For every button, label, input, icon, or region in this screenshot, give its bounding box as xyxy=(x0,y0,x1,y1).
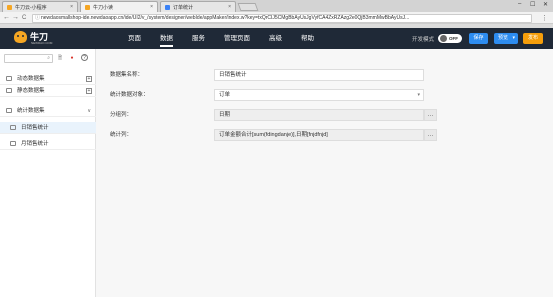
nav-item-data[interactable]: 数据 xyxy=(160,28,173,49)
back-arrow-icon[interactable]: ← xyxy=(3,14,10,22)
reload-icon[interactable]: C xyxy=(22,14,26,22)
tab-close-icon[interactable]: × xyxy=(228,4,231,10)
maximize-icon[interactable]: ☐ xyxy=(530,1,535,8)
add-icon[interactable]: + xyxy=(86,88,92,94)
bull-logo-icon xyxy=(14,31,27,43)
dataset-editor: 数据集名称： 日销售统计 统计数据对象： 订单 ▾ 分组列： 日期 … 统计列：… xyxy=(96,49,553,297)
sidebar-item-label: 日销售统计 xyxy=(21,125,49,131)
favicon-icon xyxy=(7,4,12,10)
favicon-icon xyxy=(165,4,170,10)
sidebar-item-dynamic-datasets[interactable]: 动态数据集 + xyxy=(0,73,96,85)
add-icon[interactable]: + xyxy=(86,76,92,82)
chevron-down-icon: ▾ xyxy=(512,35,515,41)
tab-label: 牛刀云-小程序 xyxy=(15,4,47,11)
nav-item-admin-pages[interactable]: 管理页面 xyxy=(224,28,250,49)
group-column-row: 分组列： 日期 … xyxy=(110,109,530,121)
forward-arrow-icon[interactable]: → xyxy=(12,14,19,22)
sidebar-item-stats-datasets[interactable]: 统计数据集 ∨ xyxy=(0,105,96,117)
folder-icon xyxy=(6,76,12,81)
browser-tab-1[interactable]: 牛刀云-小程序 × xyxy=(2,1,78,12)
record-icon[interactable]: ● xyxy=(68,54,76,62)
sidebar-item-daily-sales[interactable]: 日销售统计 xyxy=(0,122,96,134)
file-icon xyxy=(10,141,16,146)
tab-close-icon[interactable]: × xyxy=(70,4,73,10)
logo-subtext: NEWDAO.COM xyxy=(31,41,53,45)
group-column-picker-button[interactable]: … xyxy=(424,109,437,121)
group-column-field[interactable]: 日期 xyxy=(214,109,424,121)
folder-icon xyxy=(6,108,12,113)
sidebar: ⌕ 🗎 ● ? 动态数据集 + 静态数据集 + 统计数据集 ∨ 日销售统计 月销… xyxy=(0,49,96,297)
help-icon[interactable]: ? xyxy=(81,54,88,61)
sidebar-item-static-datasets[interactable]: 静态数据集 + xyxy=(0,85,96,97)
stat-object-row: 统计数据对象： 订单 ▾ xyxy=(110,89,530,101)
folder-icon xyxy=(6,88,12,93)
preview-label: 预览 xyxy=(498,35,509,41)
stat-object-select[interactable]: 订单 ▾ xyxy=(214,89,424,101)
nav-item-services[interactable]: 服务 xyxy=(192,28,205,49)
file-icon xyxy=(10,125,16,130)
dev-mode-toggle[interactable]: OFF xyxy=(438,34,462,43)
preview-button[interactable]: 预览 ▾ xyxy=(494,33,518,44)
publish-button[interactable]: 发布 xyxy=(523,33,543,44)
stat-column-field[interactable]: 订单金额合计[sum(fdingdanje)],日期[fnjdfnjd] xyxy=(214,129,424,141)
browser-tab-2[interactable]: 牛刀小读 × xyxy=(80,1,158,12)
info-icon: ⓘ xyxy=(35,15,41,21)
sidebar-item-label: 动态数据集 xyxy=(17,76,45,82)
app-header: 牛刀 NEWDAO.COM 页面 数据 服务 管理页面 高级 帮助 开发模式 O… xyxy=(0,28,553,49)
new-tab-button[interactable] xyxy=(237,3,259,11)
window-close-icon[interactable]: ✕ xyxy=(543,1,548,8)
field-label: 数据集名称： xyxy=(110,72,144,78)
nav-item-pages[interactable]: 页面 xyxy=(128,28,141,49)
chevron-down-icon: ▾ xyxy=(417,92,420,98)
tab-label: 订单统计 xyxy=(173,4,194,11)
select-value: 订单 xyxy=(219,92,231,98)
sidebar-item-monthly-sales[interactable]: 月销售统计 xyxy=(0,138,96,150)
url-input[interactable]: ⓘ newdaosmallshop-ide.newdaoapp.cn/ide/U… xyxy=(32,14,532,23)
nav-item-help[interactable]: 帮助 xyxy=(301,28,314,49)
main-nav: 页面 数据 服务 管理页面 高级 帮助 xyxy=(128,28,333,49)
save-button[interactable]: 保存 xyxy=(469,33,488,44)
url-text: newdaosmallshop-ide.newdaoapp.cn/ide/UI2… xyxy=(41,15,410,21)
document-icon[interactable]: 🗎 xyxy=(56,54,64,62)
dataset-name-input[interactable]: 日销售统计 xyxy=(214,69,424,81)
sidebar-item-label: 统计数据集 xyxy=(17,108,45,114)
field-label: 统计数据对象： xyxy=(110,92,149,98)
stat-column-row: 统计列： 订单金额合计[sum(fdingdanje)],日期[fnjdfnjd… xyxy=(110,129,530,141)
search-icon: ⌕ xyxy=(47,55,50,61)
dataset-name-row: 数据集名称： 日销售统计 xyxy=(110,69,530,81)
sidebar-item-label: 月销售统计 xyxy=(21,141,49,147)
browser-address-bar: ← → C ⓘ newdaosmallshop-ide.newdaoapp.cn… xyxy=(0,12,553,24)
browser-tab-3[interactable]: 订单统计 × xyxy=(160,1,236,12)
chevron-down-icon[interactable]: ∨ xyxy=(87,105,91,117)
dev-mode-label: 开发模式 xyxy=(412,37,435,43)
tab-label: 牛刀小读 xyxy=(93,4,114,11)
minimize-icon[interactable]: – xyxy=(518,1,521,7)
browser-tabstrip: 牛刀云-小程序 × 牛刀小读 × 订单统计 × – ☐ ✕ xyxy=(0,0,553,12)
sidebar-item-label: 静态数据集 xyxy=(17,88,45,94)
favicon-icon xyxy=(85,4,90,10)
nav-item-advanced[interactable]: 高级 xyxy=(269,28,282,49)
browser-menu-icon[interactable]: ⋮ xyxy=(541,14,548,22)
field-label: 统计列： xyxy=(110,132,133,138)
stat-column-picker-button[interactable]: … xyxy=(424,129,437,141)
field-label: 分组列： xyxy=(110,112,133,118)
sidebar-search-input[interactable]: ⌕ xyxy=(4,54,53,63)
logo[interactable]: 牛刀 NEWDAO.COM xyxy=(14,31,52,45)
tab-close-icon[interactable]: × xyxy=(150,4,153,10)
